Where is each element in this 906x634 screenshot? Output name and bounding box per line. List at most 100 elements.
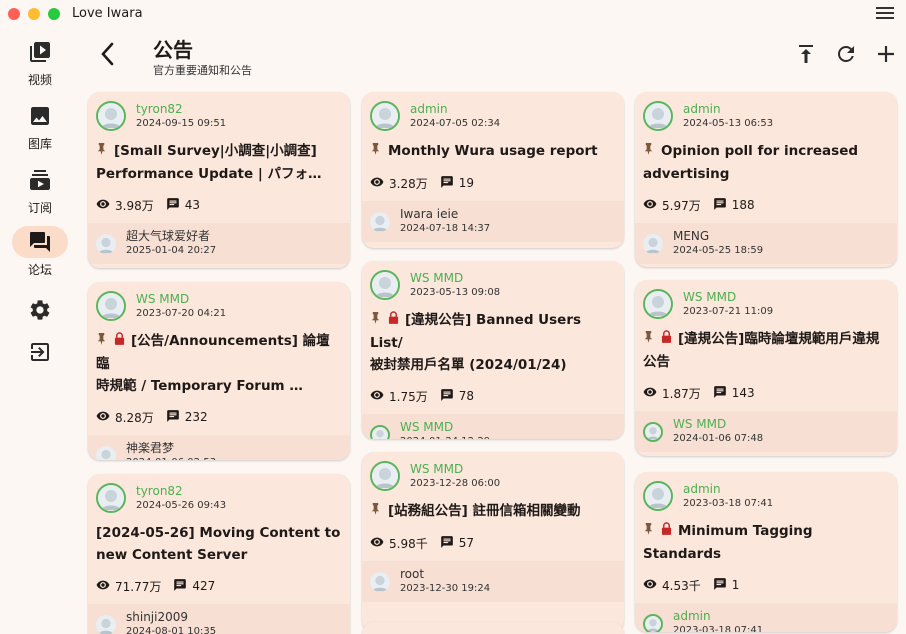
nav-label: 论坛 bbox=[27, 263, 52, 277]
avatar[interactable] bbox=[96, 233, 116, 254]
zoom-window-button[interactable] bbox=[48, 8, 60, 20]
author-name[interactable]: admin bbox=[683, 482, 773, 497]
post-date: 2023-12-28 06:00 bbox=[410, 477, 501, 489]
last-reply-date: 2024-08-01 10:35 bbox=[126, 626, 217, 634]
last-reply-user[interactable]: 超大气球爱好者 bbox=[126, 229, 216, 244]
author-name[interactable]: WS MMD bbox=[410, 271, 500, 286]
last-reply-user[interactable]: shinji2009 bbox=[126, 610, 216, 625]
thread-card[interactable]: admin 2023-03-18 07:41 Minimum Tagging Sta… bbox=[635, 472, 897, 632]
author-name[interactable]: WS MMD bbox=[410, 462, 500, 477]
app-window: Love Iwara 视频 图库 订阅 论坛 公告 官方重要通知和公告 tyro… bbox=[0, 0, 906, 634]
author-name[interactable]: tyron82 bbox=[136, 102, 226, 117]
last-reply-user[interactable]: MENG bbox=[673, 229, 763, 244]
card-body: tyron82 2024-09-15 09:51 [Small Survey|小調查… bbox=[88, 92, 350, 215]
author-row: WS MMD 2023-12-28 06:00 bbox=[370, 460, 616, 492]
last-reply: Iwara ieie 2024-07-18 14:37 bbox=[362, 201, 624, 242]
pin-icon bbox=[370, 310, 382, 332]
thread-title-line: [違規公告] Banned Users List/ bbox=[370, 312, 582, 351]
thread-title: Opinion poll for increased advertising bbox=[643, 140, 889, 185]
reply-count: 427 bbox=[192, 579, 216, 593]
view-count: 3.28万 bbox=[389, 176, 428, 191]
card-body: admin 2024-05-13 06:53 Opinion poll for in… bbox=[635, 92, 897, 215]
avatar[interactable] bbox=[96, 291, 126, 321]
thread-card[interactable]: tyron82 2024-09-15 09:51 [Small Survey|小調查… bbox=[88, 92, 350, 268]
last-reply-user[interactable]: WS MMD bbox=[673, 417, 763, 432]
replies-icon bbox=[166, 197, 185, 214]
reply-count: 143 bbox=[731, 386, 755, 400]
author-name[interactable]: admin bbox=[410, 102, 500, 117]
nav-item-settings[interactable] bbox=[0, 294, 80, 326]
avatar[interactable] bbox=[643, 101, 673, 131]
back-arrow-icon[interactable] bbox=[96, 40, 120, 68]
avatar[interactable] bbox=[370, 211, 390, 232]
thread-card[interactable]: WS MMD 2023-07-21 11:09 [違規公告]臨時論壇規範用戶違規 公告… bbox=[635, 280, 897, 456]
post-date: 2023-03-18 07:41 bbox=[683, 497, 774, 509]
menu-icon[interactable] bbox=[876, 7, 894, 21]
avatar[interactable] bbox=[370, 270, 400, 300]
avatar[interactable] bbox=[643, 233, 663, 254]
thread-title-line: new Content Server bbox=[96, 547, 248, 563]
avatar[interactable] bbox=[370, 571, 390, 592]
avatar[interactable] bbox=[96, 483, 126, 513]
author-row: admin 2023-03-18 07:41 bbox=[643, 480, 889, 512]
last-reply-user[interactable]: Iwara ieie bbox=[400, 207, 490, 222]
last-reply-user[interactable]: 神楽君梦 bbox=[126, 441, 216, 456]
thread-card[interactable]: WS MMD 2023-12-28 06:00 [站務組公告] 註冊信箱相關變動 5.… bbox=[362, 452, 624, 632]
replies-icon bbox=[440, 388, 459, 405]
views-icon bbox=[643, 197, 662, 214]
thread-title-line: advertising bbox=[643, 166, 730, 182]
nav-item-forum[interactable]: 论坛 bbox=[0, 226, 80, 278]
author-row: tyron82 2024-05-26 09:43 bbox=[96, 482, 342, 514]
card-body: WS MMD 2023-05-13 09:08 [違規公告] Banned User… bbox=[362, 261, 624, 406]
nav-item-videos[interactable]: 视频 bbox=[0, 36, 80, 88]
pin-icon bbox=[370, 501, 382, 523]
page-title: 公告 bbox=[153, 38, 193, 62]
thread-card[interactable]: admin 2024-05-13 06:53 Opinion poll for in… bbox=[635, 92, 897, 267]
avatar[interactable] bbox=[643, 481, 673, 511]
thread-title: [站務組公告] 註冊信箱相關變動 bbox=[370, 500, 616, 523]
page-subtitle: 官方重要通知和公告 bbox=[153, 64, 252, 77]
nav-item-subscriptions[interactable]: 订阅 bbox=[0, 164, 80, 216]
thread-card[interactable] bbox=[362, 622, 624, 634]
last-reply-user[interactable]: admin bbox=[673, 609, 763, 624]
author-name[interactable]: WS MMD bbox=[683, 290, 773, 305]
views-icon bbox=[370, 388, 389, 405]
add-icon[interactable] bbox=[874, 42, 898, 66]
card-body: admin 2023-03-18 07:41 Minimum Tagging Sta… bbox=[635, 472, 897, 595]
stats-row: 1.87万 143 bbox=[643, 383, 889, 403]
avatar[interactable] bbox=[643, 613, 663, 632]
nav-label: 订阅 bbox=[27, 201, 52, 215]
last-reply-user[interactable]: WS MMD bbox=[400, 420, 490, 435]
minimize-window-button[interactable] bbox=[28, 8, 40, 20]
post-date: 2023-07-20 04:21 bbox=[136, 307, 227, 319]
thread-card[interactable]: WS MMD 2023-05-13 09:08 [違規公告] Banned User… bbox=[362, 261, 624, 439]
last-reply-user[interactable]: root bbox=[400, 567, 490, 582]
avatar[interactable] bbox=[643, 289, 673, 319]
views-icon bbox=[96, 578, 115, 595]
thread-card[interactable]: WS MMD 2023-07-20 04:21 [公告/Announcements]… bbox=[88, 282, 350, 460]
avatar[interactable] bbox=[370, 461, 400, 491]
scroll-to-top-icon[interactable] bbox=[794, 42, 818, 66]
author-name[interactable]: WS MMD bbox=[136, 292, 226, 307]
last-reply: admin 2023-03-18 07:41 bbox=[635, 603, 897, 632]
replies-icon bbox=[166, 409, 185, 426]
avatar[interactable] bbox=[96, 101, 126, 131]
close-window-button[interactable] bbox=[8, 8, 20, 20]
subscriptions-icon bbox=[12, 164, 68, 196]
last-reply: shinji2009 2024-08-01 10:35 bbox=[88, 604, 350, 634]
thread-card[interactable]: tyron82 2024-05-26 09:43 [2024-05-26] Movi… bbox=[88, 474, 350, 634]
last-reply: 超大气球爱好者 2025-01-04 20:27 bbox=[88, 223, 350, 264]
avatar[interactable] bbox=[370, 101, 400, 131]
nav-item-gallery[interactable]: 图库 bbox=[0, 100, 80, 152]
avatar[interactable] bbox=[370, 424, 390, 439]
avatar[interactable] bbox=[96, 614, 116, 634]
author-name[interactable]: tyron82 bbox=[136, 484, 226, 499]
refresh-icon[interactable] bbox=[834, 42, 858, 66]
pin-icon bbox=[96, 331, 108, 353]
nav-item-logout[interactable] bbox=[0, 336, 80, 368]
thread-card[interactable]: admin 2024-07-05 02:34 Monthly Wura usage … bbox=[362, 92, 624, 248]
avatar[interactable] bbox=[643, 421, 663, 442]
reply-count: 43 bbox=[184, 198, 201, 212]
author-name[interactable]: admin bbox=[683, 102, 773, 117]
avatar[interactable] bbox=[96, 445, 116, 460]
